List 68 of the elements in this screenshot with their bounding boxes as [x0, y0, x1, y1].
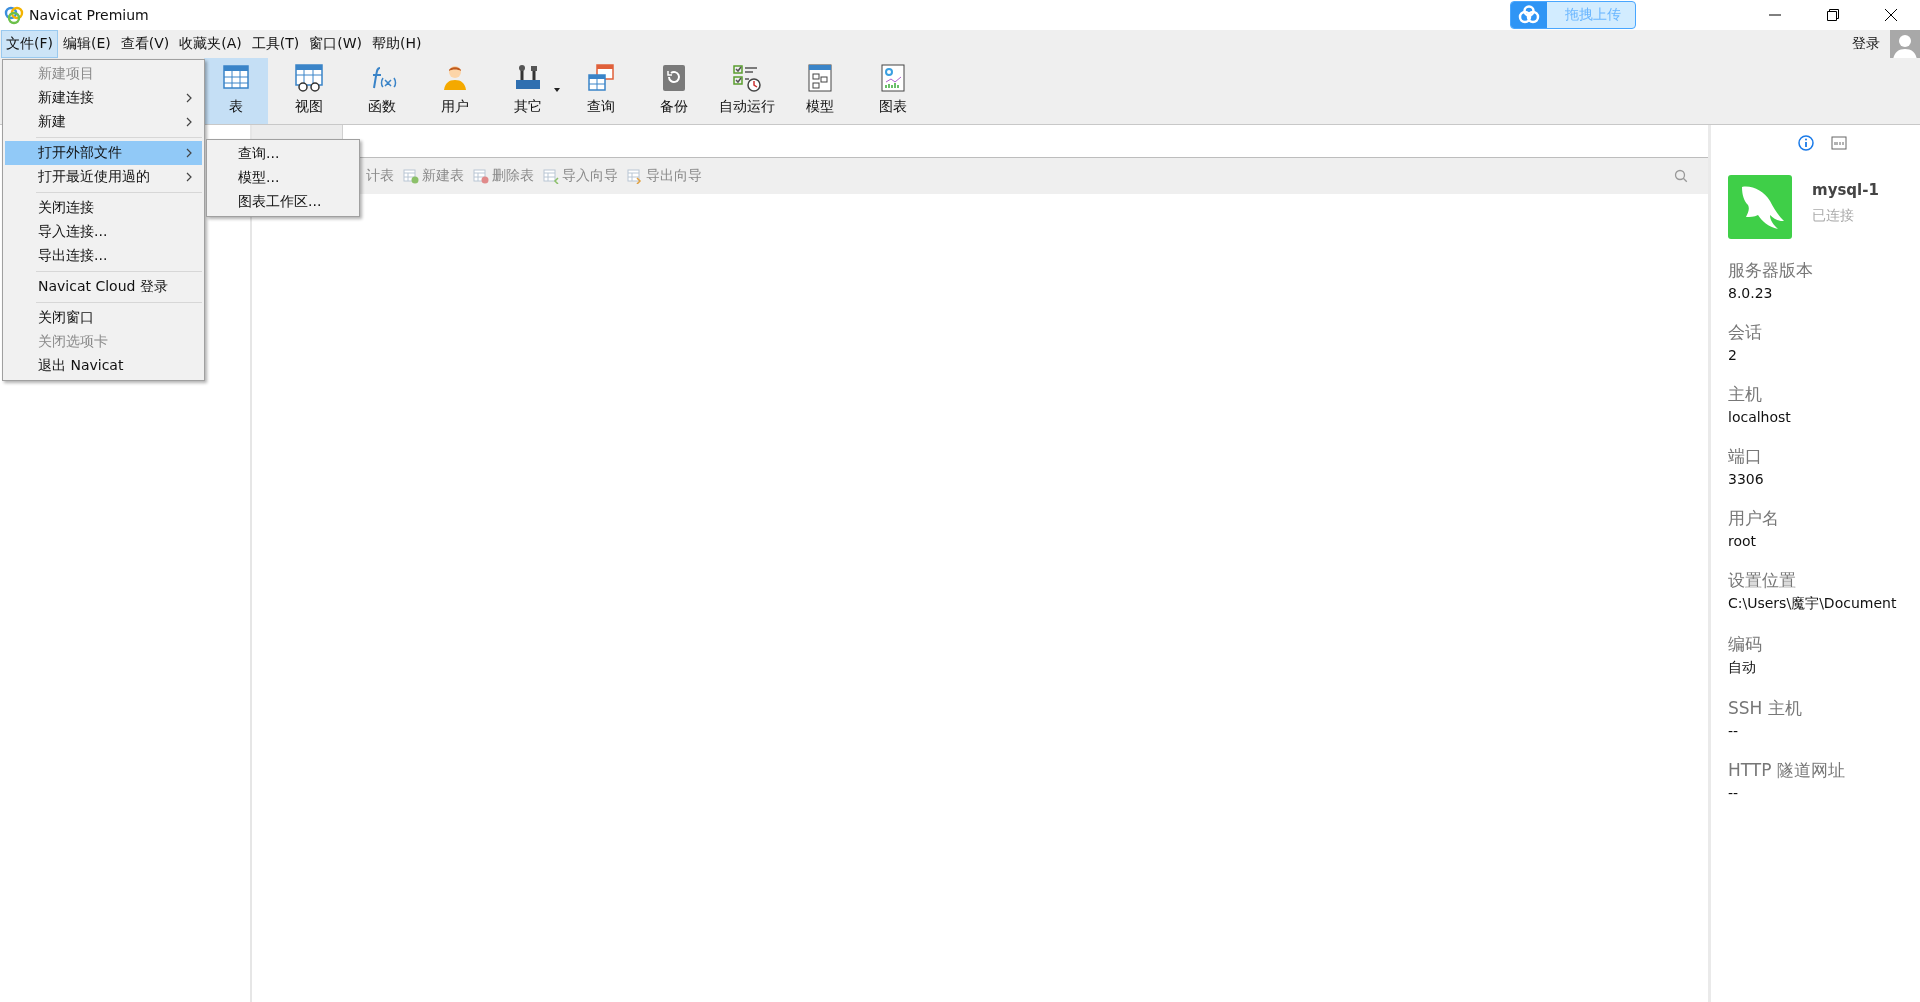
app-logo-icon: [4, 5, 24, 25]
property-label: SSH 主机: [1728, 697, 1803, 720]
close-icon: [1885, 9, 1897, 21]
toolbar-button[interactable]: 自动运行: [715, 58, 779, 124]
menu-item[interactable]: 编辑(E): [59, 31, 115, 57]
menu-item[interactable]: 帮助(H): [368, 31, 426, 57]
menu-item[interactable]: 打开最近使用過的: [5, 165, 202, 189]
property-label: 会话: [1728, 321, 1763, 344]
toolbar-button[interactable]: 备份: [642, 58, 706, 124]
toolbar-button[interactable]: 查询: [569, 58, 633, 124]
property-label: HTTP 隧道网址: [1728, 759, 1846, 782]
property-label: 端口: [1728, 445, 1763, 468]
property-label: 设置位置: [1728, 569, 1797, 592]
property-value: C:\Users\魔宇\Document: [1728, 595, 1898, 613]
toolbar-button[interactable]: 其它: [496, 58, 560, 124]
property-value: 自动: [1728, 659, 1757, 677]
menu-item[interactable]: 图表工作区...: [207, 190, 359, 214]
menu-item[interactable]: 工具(T): [247, 31, 304, 57]
menu-item[interactable]: 模型...: [207, 166, 359, 190]
menu-item[interactable]: 收藏夹(A): [175, 31, 246, 57]
property-value: --: [1728, 723, 1740, 739]
menu-item[interactable]: 导入连接...: [5, 220, 202, 244]
property-value: 8.0.23: [1728, 285, 1774, 301]
menu-item[interactable]: 新建连接: [5, 86, 202, 110]
checklist-clock-icon: [731, 62, 763, 94]
menu-item[interactable]: 新建: [5, 110, 202, 134]
menu-item[interactable]: 打开外部文件: [5, 141, 202, 165]
connection-name: mysql-1: [1812, 181, 1879, 199]
window-title: Navicat Premium: [29, 7, 149, 23]
table-remove-icon: [473, 168, 489, 184]
menu-item[interactable]: 关闭连接: [5, 196, 202, 220]
toolbar-button[interactable]: 模型: [788, 58, 852, 124]
property-value: 3306: [1728, 471, 1765, 487]
toolbar-button[interactable]: 表: [204, 58, 268, 124]
property-label: 服务器版本: [1728, 259, 1814, 282]
avatar-icon[interactable]: [1890, 30, 1920, 60]
restore-icon: [1827, 9, 1839, 21]
menu-item[interactable]: 文件(F): [2, 31, 57, 57]
property-value: localhost: [1728, 409, 1792, 425]
table-add-icon: [403, 168, 419, 184]
property-label: 用户名: [1728, 507, 1780, 530]
toolbar-button[interactable]: 函数: [350, 58, 414, 124]
info-icon[interactable]: [1798, 135, 1814, 151]
toolbar-button[interactable]: 用户: [423, 58, 487, 124]
menu-item[interactable]: 导出连接...: [5, 244, 202, 268]
search-icon[interactable]: [1674, 169, 1688, 183]
property-value: 2: [1728, 347, 1738, 363]
menu-item[interactable]: 关闭窗口: [5, 306, 202, 330]
table-glasses-icon: [293, 62, 325, 94]
menu-item[interactable]: 查询...: [207, 142, 359, 166]
toolbar-button[interactable]: 视图: [277, 58, 341, 124]
property-value: --: [1728, 785, 1740, 801]
dolphin-logo-icon: [1728, 175, 1792, 239]
ddl-icon[interactable]: [1831, 135, 1847, 151]
tables-icon: [585, 62, 617, 94]
login-link[interactable]: 登录: [1852, 35, 1880, 53]
menu-item[interactable]: 窗口(W): [305, 31, 367, 57]
toolbar-button[interactable]: 图表: [861, 58, 925, 124]
table-import-icon: [543, 168, 559, 184]
cloud-icon: [1517, 5, 1541, 25]
connection-status: 已连接: [1812, 207, 1855, 225]
table-export-icon: [627, 168, 643, 184]
menu-item[interactable]: Navicat Cloud 登录: [5, 275, 202, 299]
menu-item[interactable]: 退出 Navicat: [5, 354, 202, 378]
property-value: root: [1728, 533, 1758, 549]
property-label: 主机: [1728, 383, 1763, 406]
menu-item[interactable]: 查看(V): [116, 31, 174, 57]
property-label: 编码: [1728, 633, 1763, 656]
